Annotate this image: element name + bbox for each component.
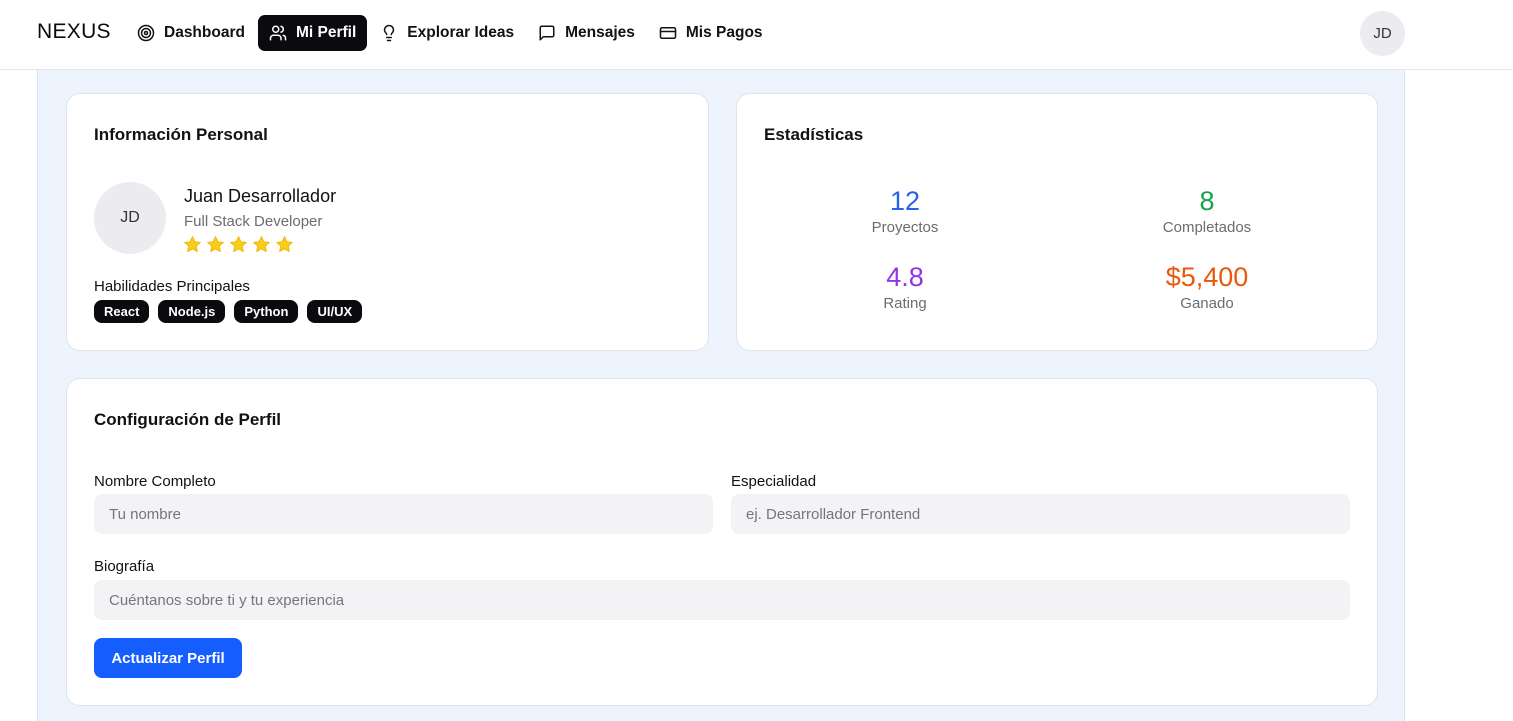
update-profile-button[interactable]: Actualizar Perfil [94,638,242,678]
main-nav: Dashboard Mi Perfil Explorar Ideas Mensa… [126,15,774,51]
stat-label: Completados [1162,219,1252,236]
top-navigation-bar: NEXUS Dashboard Mi Perfil Explorar Ideas… [0,0,1513,70]
nav-item-dashboard[interactable]: Dashboard [126,15,256,51]
specialty-label: Especialidad [731,473,817,490]
profile-role: Full Stack Developer [184,213,323,230]
stat-completados: 8 Completados [1056,185,1358,236]
skill-badge: React [94,300,150,323]
statistics-card: Estadísticas 12 Proyectos 8 Completados … [736,93,1378,351]
card-title: Información Personal [94,125,268,144]
nav-item-label: Mensajes [565,24,635,41]
credit-card-icon [659,27,677,39]
bio-input[interactable] [94,580,1350,620]
nav-item-explorar-ideas[interactable]: Explorar Ideas [369,15,525,51]
personal-info-card: Información Personal JD Juan Desarrollad… [66,93,709,351]
skills-label: Habilidades Principales [94,278,250,295]
profile-avatar: JD [94,182,166,254]
card-title: Estadísticas [764,125,864,144]
nav-item-mensajes[interactable]: Mensajes [527,15,646,51]
target-icon [137,24,155,42]
stat-label: Proyectos [871,219,939,236]
stat-label: Ganado [1180,295,1234,312]
brand-logo[interactable]: NEXUS [37,20,111,44]
nav-item-label: Explorar Ideas [407,24,515,41]
stat-rating: 4.8 Rating [754,261,1056,312]
message-square-icon [539,25,555,41]
skills-list: React Node.js Python UI/UX [94,300,363,323]
main-content: Información Personal JD Juan Desarrollad… [37,70,1405,721]
star-icon [207,236,224,253]
card-title: Configuración de Perfil [94,410,282,429]
star-icon [276,236,293,253]
profile-settings-card: Configuración de Perfil Nombre Completo … [66,378,1378,706]
stat-proyectos: 12 Proyectos [754,185,1056,236]
profile-name: Juan Desarrollador [184,186,337,206]
nav-item-mi-perfil[interactable]: Mi Perfil [257,15,368,51]
full-name-input[interactable] [94,494,713,534]
nav-item-label: Dashboard [164,24,245,41]
rating-stars [183,235,294,254]
users-icon [269,25,287,41]
skill-badge: Node.js [158,300,226,323]
bio-label: Biografía [94,558,155,575]
stat-ganado: $5,400 Ganado [1056,261,1358,312]
nav-item-label: Mi Perfil [295,24,357,41]
user-avatar[interactable]: JD [1360,11,1405,56]
stat-label: Rating [883,295,927,312]
star-icon [253,236,270,253]
lightbulb-icon [384,24,395,42]
star-icon [230,236,247,253]
nav-item-label: Mis Pagos [685,24,763,41]
stat-value: $5,400 [1165,262,1249,292]
star-icon [184,236,201,253]
stat-value: 4.8 [886,262,924,292]
skill-badge: Python [234,300,299,323]
stat-value: 8 [1199,186,1215,216]
nav-item-mis-pagos[interactable]: Mis Pagos [648,15,774,51]
specialty-input[interactable] [731,494,1350,534]
full-name-label: Nombre Completo [94,473,216,490]
stat-value: 12 [889,186,921,216]
skill-badge: UI/UX [307,300,363,323]
